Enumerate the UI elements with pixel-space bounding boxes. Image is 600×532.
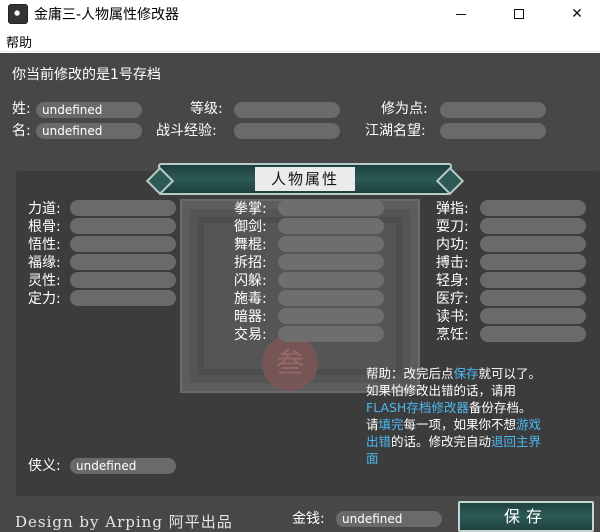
attr-field[interactable] — [70, 218, 176, 234]
attr-field[interactable] — [70, 272, 176, 288]
help-text-span: 每一项，如果你不想 — [403, 417, 517, 432]
attr-field[interactable] — [480, 218, 586, 234]
attr-label: 暗器: — [234, 309, 267, 325]
title-bar: 金庸三-人物属性修改器 ✕ — [0, 0, 600, 28]
surname-label: 姓: — [12, 101, 31, 117]
attr-field[interactable] — [70, 254, 176, 270]
help-link-main-menu-end[interactable]: 面 — [366, 451, 379, 466]
attr-field[interactable] — [70, 236, 176, 252]
attr-field[interactable] — [278, 218, 384, 234]
attr-label: 定力: — [28, 291, 61, 307]
attr-label: 根骨: — [28, 219, 61, 235]
menu-help[interactable]: 帮助 — [6, 32, 32, 51]
righteousness-label: 侠义: — [28, 458, 61, 474]
close-button[interactable]: ✕ — [554, 0, 600, 28]
panel-title-banner: 人物属性 — [158, 163, 452, 195]
save-button[interactable]: 保存 — [458, 501, 594, 532]
name-label: 名: — [12, 123, 31, 139]
help-link-game[interactable]: 游戏 — [516, 417, 541, 432]
menu-bar: 帮助 — [0, 28, 600, 52]
attr-field[interactable] — [278, 200, 384, 216]
attr-label: 拳掌: — [234, 201, 267, 217]
help-line: 如果怕修改出错的话，请用 — [366, 382, 591, 399]
attr-field[interactable] — [70, 290, 176, 306]
brand-credit: Design by Arping 阿平出品 — [15, 513, 233, 531]
help-line: 帮助：改完后点保存就可以了。 — [366, 365, 591, 382]
attr-label: 医疗: — [436, 291, 469, 307]
help-line: 出错的话。修改完自动退回主界 — [366, 433, 591, 450]
attr-label: 施毒: — [234, 291, 267, 307]
cultivation-field[interactable] — [440, 102, 546, 118]
attr-label: 灵性: — [28, 273, 61, 289]
minimize-button[interactable] — [438, 0, 484, 28]
help-text-span: 的话。修改完自动 — [391, 434, 492, 449]
attr-label: 闪躲: — [234, 273, 267, 289]
client-area: 你当前修改的是1号存档 姓: undefined 等级: 修为点: 名: und… — [0, 53, 600, 532]
attr-label: 内功: — [436, 237, 469, 253]
maximize-icon — [514, 9, 524, 19]
current-save-text: 你当前修改的是1号存档 — [12, 67, 161, 83]
attr-field[interactable] — [480, 254, 586, 270]
attr-field[interactable] — [278, 236, 384, 252]
name-field[interactable]: undefined — [36, 123, 142, 139]
help-link-error[interactable]: 出错 — [366, 434, 391, 449]
app-icon — [8, 4, 28, 24]
exp-field[interactable] — [234, 123, 340, 139]
attr-field[interactable] — [278, 272, 384, 288]
attr-field[interactable] — [278, 326, 384, 342]
attr-field[interactable] — [480, 236, 586, 252]
window-title: 金庸三-人物属性修改器 — [34, 7, 180, 23]
reputation-field[interactable] — [440, 123, 546, 139]
attr-label: 福缘: — [28, 255, 61, 271]
help-text-span: 帮助：改完后点 — [366, 366, 454, 381]
help-text-span: 请 — [366, 417, 379, 432]
attr-label: 舞棍: — [234, 237, 267, 253]
minimize-icon — [456, 13, 466, 15]
attr-label: 力道: — [28, 201, 61, 217]
attr-field[interactable] — [480, 200, 586, 216]
exp-label: 战斗经验: — [156, 123, 217, 139]
maximize-button[interactable] — [496, 0, 542, 28]
attr-field[interactable] — [278, 308, 384, 324]
attr-label: 轻身: — [436, 273, 469, 289]
righteousness-field[interactable]: undefined — [70, 458, 176, 474]
attr-field[interactable] — [278, 254, 384, 270]
attr-field[interactable] — [278, 290, 384, 306]
attr-field[interactable] — [480, 308, 586, 324]
attr-label: 搏击: — [436, 255, 469, 271]
attr-label: 读书: — [436, 309, 469, 325]
help-text-span: 就可以了。 — [478, 366, 542, 381]
help-link-flash-editor[interactable]: FLASH存档修改器 — [366, 400, 469, 415]
surname-field[interactable]: undefined — [36, 102, 142, 118]
close-icon: ✕ — [571, 6, 583, 22]
attr-field[interactable] — [480, 272, 586, 288]
help-line: 面 — [366, 450, 591, 467]
attr-label: 悟性: — [28, 237, 61, 253]
help-link-fill[interactable]: 填完 — [379, 417, 404, 432]
help-line: 请填完每一项，如果你不想游戏 — [366, 416, 591, 433]
attr-label: 耍刀: — [436, 219, 469, 235]
attr-label: 拆招: — [234, 255, 267, 271]
money-field[interactable]: undefined — [336, 511, 442, 527]
level-label: 等级: — [190, 101, 223, 117]
reputation-label: 江湖名望: — [365, 123, 426, 139]
seal-emblem: 叁 — [262, 335, 318, 391]
attr-field[interactable] — [480, 326, 586, 342]
help-link-main-menu[interactable]: 退回主界 — [491, 434, 541, 449]
help-link-save[interactable]: 保存 — [454, 366, 479, 381]
help-text-span: 如果怕修改出错的话，请用 — [366, 383, 517, 398]
money-label: 金钱: — [292, 511, 325, 527]
attr-field[interactable] — [480, 290, 586, 306]
help-text-span: 备份存档。 — [468, 400, 532, 415]
attr-label: 交易: — [234, 327, 267, 343]
attr-label: 烹饪: — [436, 327, 469, 343]
attr-field[interactable] — [70, 200, 176, 216]
attr-label: 弹指: — [436, 201, 469, 217]
attr-label: 御剑: — [234, 219, 267, 235]
panel-title: 人物属性 — [255, 167, 355, 191]
help-line: FLASH存档修改器备份存档。 — [366, 399, 591, 416]
level-field[interactable] — [234, 102, 340, 118]
help-text: 帮助：改完后点保存就可以了。 如果怕修改出错的话，请用 FLASH存档修改器备份… — [366, 365, 591, 467]
cultivation-label: 修为点: — [381, 101, 428, 117]
